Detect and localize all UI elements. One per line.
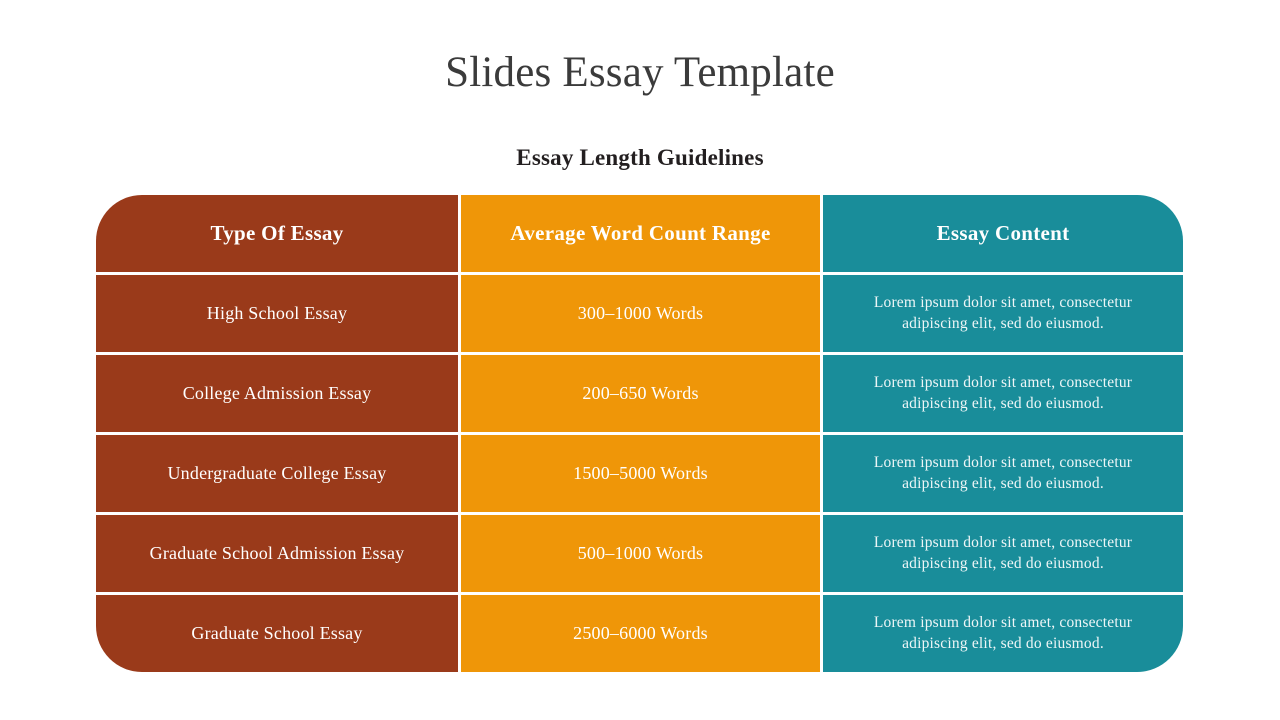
table-cell-type: High School Essay (96, 275, 458, 352)
table-cell-type: College Admission Essay (96, 355, 458, 432)
column-header-word-count-range: Average Word Count Range (461, 195, 820, 272)
table-cell-content-text: Lorem ipsum dolor sit amet, consectetur … (873, 453, 1133, 492)
table-column-word-count-range: Average Word Count Range 300–1000 Words … (461, 195, 820, 672)
table-cell-word-count: 300–1000 Words (461, 275, 820, 352)
table-cell-content: Lorem ipsum dolor sit amet, consectetur … (823, 515, 1183, 592)
column-header-essay-content: Essay Content (823, 195, 1183, 272)
table-cell-content: Lorem ipsum dolor sit amet, consectetur … (823, 275, 1183, 352)
table-cell-word-count: 1500–5000 Words (461, 435, 820, 512)
table-heading: Essay Length Guidelines (516, 145, 764, 170)
essay-length-table: Type Of Essay High School Essay College … (96, 195, 1183, 672)
table-cell-content: Lorem ipsum dolor sit amet, consectetur … (823, 595, 1183, 672)
table-cell-type: Graduate School Essay (96, 595, 458, 672)
table-cell-word-count: 200–650 Words (461, 355, 820, 432)
page-title: Slides Essay Template (445, 49, 835, 96)
column-header-type-of-essay: Type Of Essay (96, 195, 458, 272)
table-cell-content: Lorem ipsum dolor sit amet, consectetur … (823, 355, 1183, 432)
slide-canvas: Slides Essay Template Essay Length Guide… (0, 0, 1280, 720)
table-column-type-of-essay: Type Of Essay High School Essay College … (96, 195, 458, 672)
table-cell-word-count: 500–1000 Words (461, 515, 820, 592)
table-cell-type: Graduate School Admission Essay (96, 515, 458, 592)
table-cell-word-count: 2500–6000 Words (461, 595, 820, 672)
table-column-essay-content: Essay Content Lorem ipsum dolor sit amet… (823, 195, 1183, 672)
table-cell-content-text: Lorem ipsum dolor sit amet, consectetur … (873, 293, 1133, 332)
table-cell-content: Lorem ipsum dolor sit amet, consectetur … (823, 435, 1183, 512)
table-cell-content-text: Lorem ipsum dolor sit amet, consectetur … (873, 533, 1133, 572)
table-cell-content-text: Lorem ipsum dolor sit amet, consectetur … (873, 373, 1133, 412)
table-cell-content-text: Lorem ipsum dolor sit amet, consectetur … (873, 613, 1133, 652)
table-cell-type: Undergraduate College Essay (96, 435, 458, 512)
